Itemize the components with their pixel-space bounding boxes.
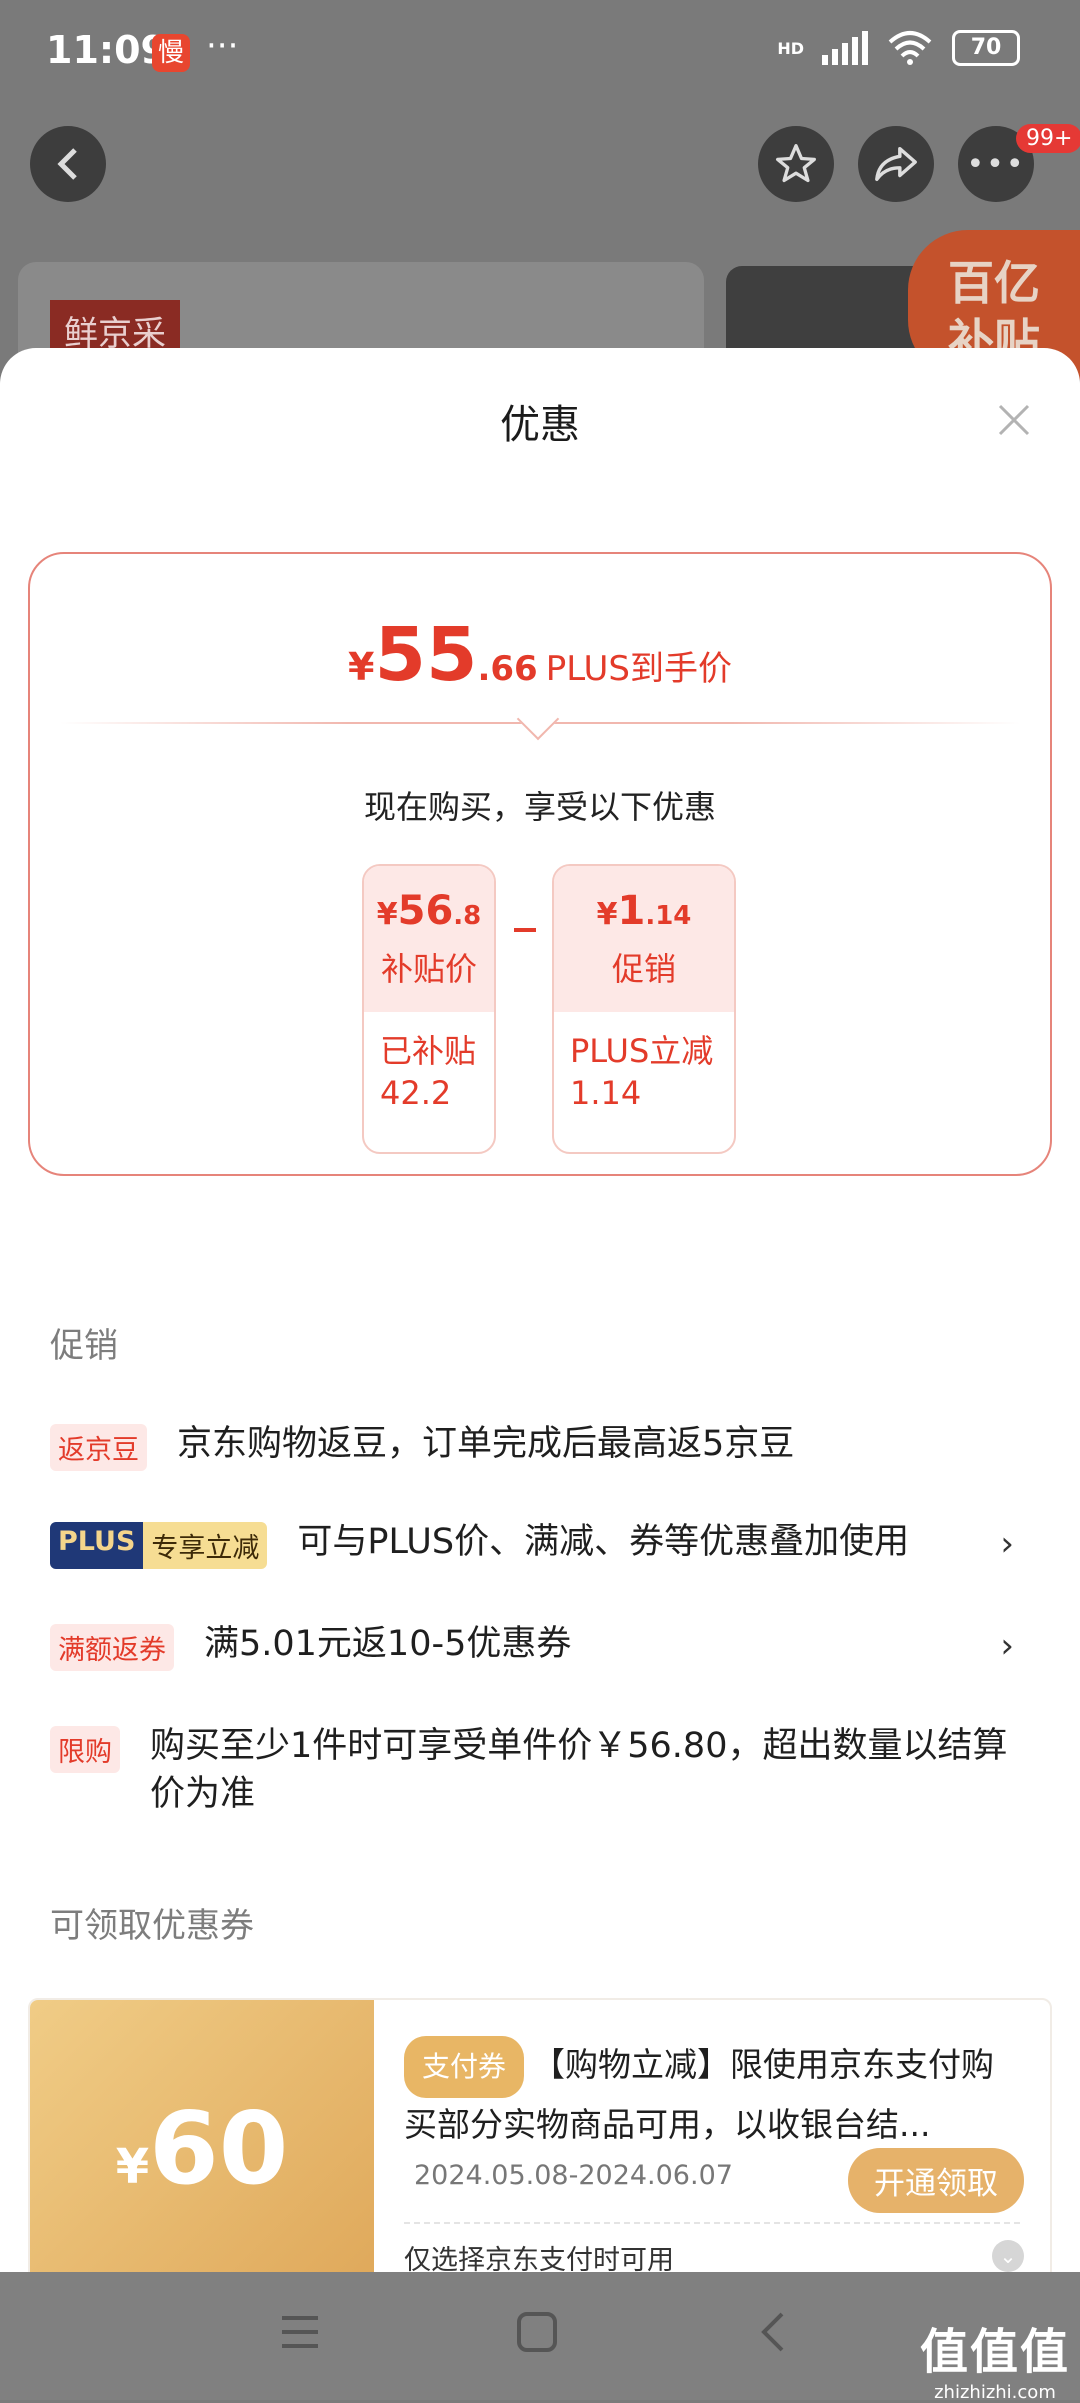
status-right-group: HD 70 [777, 30, 1020, 66]
price-decimal: .66 [477, 649, 538, 689]
promo-amount-dec: .14 [645, 901, 692, 931]
coupon-card: ¥60 支付券 【购物立减】限使用京东支付购买部分实物商品可用，以收银台结... … [28, 1998, 1052, 2272]
promo-currency: ¥ [596, 897, 618, 932]
coupon-note: 仅选择京东支付时可用 [404, 2245, 674, 2272]
subsidy-detail-value: 42.2 [380, 1074, 452, 1112]
close-icon[interactable] [994, 400, 1034, 440]
promo-text: 满5.01元返10-5优惠券 [204, 1624, 572, 1664]
favorite-button[interactable] [758, 126, 834, 202]
coupon-value: 60 [149, 2090, 289, 2207]
promo-text: 京东购物返豆，订单完成后最高返5京豆 [177, 1424, 795, 1464]
price-currency: ¥ [348, 645, 375, 689]
battery-icon: 70 [952, 30, 1020, 66]
minus-operator-icon [514, 928, 536, 932]
promotion-detail-value: 1.14 [570, 1074, 642, 1112]
subsidy-amount-dec: .8 [453, 901, 482, 931]
promo-tag: 满额返券 [50, 1624, 174, 1671]
price-label: PLUS到手价 [545, 649, 732, 689]
coupon-currency: ¥ [115, 2139, 150, 2195]
price-integer: 55 [374, 612, 478, 698]
promo-row-jingdou: 返京豆 京东购物返豆，订单完成后最高返5京豆 [50, 1420, 1030, 1471]
watermark: 值值值 zhizhizhi.com [920, 2312, 1070, 2403]
subsidy-detail: 已补贴 42.2 [364, 1012, 494, 1132]
home-icon[interactable] [516, 2310, 558, 2354]
promotion-detail-label: PLUS立减 [570, 1032, 714, 1070]
coupon-title: 支付券 【购物立减】限使用京东支付购买部分实物商品可用，以收银台结... [404, 2036, 1020, 2152]
network-type-label: HD [777, 38, 804, 58]
price-card: ¥55.66 PLUS到手价 现在购买，享受以下优惠 ¥56.8 补贴价 已补贴 … [28, 552, 1052, 1176]
promo-text: 购买至少1件时可享受单件价￥56.80，超出数量以结算价为准 [150, 1726, 1008, 1814]
plus-final-price: ¥55.66 PLUS到手价 [30, 612, 1050, 698]
watermark-logo: 值值值 [919, 2324, 1070, 2380]
coupon-details: 支付券 【购物立减】限使用京东支付购买部分实物商品可用，以收银台结... 2024… [374, 2000, 1050, 2272]
back-arrow-icon [57, 148, 77, 180]
coupon-amount-panel: ¥60 [30, 2000, 374, 2272]
promo-row-coupon-return[interactable]: 满额返券 满5.01元返10-5优惠券 › [50, 1620, 1030, 1671]
promotion-box: ¥1.14 促销 PLUS立减 1.14 [552, 864, 736, 1154]
subsidy-price-name: 补贴价 [380, 950, 477, 988]
promo-tag: 限购 [50, 1726, 120, 1773]
share-button[interactable] [858, 126, 934, 202]
back-nav-icon[interactable] [756, 2310, 790, 2354]
promo-amount-int: 1 [617, 888, 646, 934]
subsidy-price-box: ¥56.8 补贴价 已补贴 42.2 [362, 864, 496, 1154]
promotion-detail: PLUS立减 1.14 [554, 1012, 734, 1132]
more-dots-icon: ••• [966, 146, 1026, 182]
coupons-section-title: 可领取优惠券 [50, 1906, 254, 1946]
system-nav-bar [0, 2272, 1080, 2400]
buy-now-text: 现在购买，享受以下优惠 [363, 788, 716, 826]
sheet-title: 优惠 [500, 402, 580, 448]
coupon-amount: ¥60 [30, 2090, 374, 2207]
promo-row-limit: 限购 购买至少1件时可享受单件价￥56.80，超出数量以结算价为准 [50, 1722, 1030, 1818]
status-bar: 11:09 慢 ··· HD 70 [0, 0, 1080, 110]
subsidy-detail-label: 已补贴 [380, 1032, 477, 1070]
notification-badge: 99+ [1016, 124, 1080, 153]
wifi-icon [888, 31, 932, 65]
coupon-divider [404, 2222, 1020, 2224]
plus-tag: PLUS 专享立减 [50, 1522, 268, 1569]
plus-tag-label: PLUS [50, 1522, 144, 1569]
plus-tag-text: 专享立减 [143, 1522, 268, 1569]
subsidy-price-amount: ¥56.8 [364, 866, 494, 934]
promo-row-plus[interactable]: PLUS 专享立减 可与PLUS价、满减、券等优惠叠加使用 › [50, 1518, 1030, 1569]
subsidy-amount-int: 56 [397, 888, 454, 934]
claim-coupon-button[interactable]: 开通领取 [848, 2148, 1024, 2213]
promotions-section-title: 促销 [50, 1326, 118, 1366]
divider-notch [516, 697, 560, 741]
share-icon [875, 146, 917, 182]
coupon-type-tag: 支付券 [404, 2036, 525, 2098]
back-button[interactable] [30, 126, 106, 202]
discount-sheet: 优惠 ¥55.66 PLUS到手价 现在购买，享受以下优惠 ¥56.8 补贴价 已… [0, 348, 1080, 2272]
promotion-amount: ¥1.14 [554, 866, 734, 934]
status-time: 11:09 [46, 28, 167, 72]
chevron-down-icon[interactable]: ⌄ [992, 2240, 1024, 2272]
subsidy-currency: ¥ [376, 897, 398, 932]
chevron-right-icon: › [1000, 1626, 1014, 1666]
promotion-top: ¥1.14 促销 [554, 866, 734, 1012]
promo-text: 可与PLUS价、满减、券等优惠叠加使用 [297, 1522, 910, 1562]
chevron-right-icon: › [1000, 1524, 1014, 1564]
promo-tag: 返京豆 [50, 1424, 147, 1471]
app-notification-icon: 慢 [152, 34, 190, 72]
star-icon [776, 144, 816, 183]
subsidy-price-top: ¥56.8 补贴价 [364, 866, 494, 1012]
promotion-name: 促销 [611, 950, 676, 988]
more-notifications-icon: ··· [206, 26, 239, 66]
cell-signal-icon [822, 31, 868, 65]
recent-apps-icon[interactable] [280, 2310, 320, 2354]
coupon-date-range: 2024.05.08-2024.06.07 [414, 2160, 733, 2191]
subsidy-badge-line1: 百亿 [948, 256, 1040, 310]
